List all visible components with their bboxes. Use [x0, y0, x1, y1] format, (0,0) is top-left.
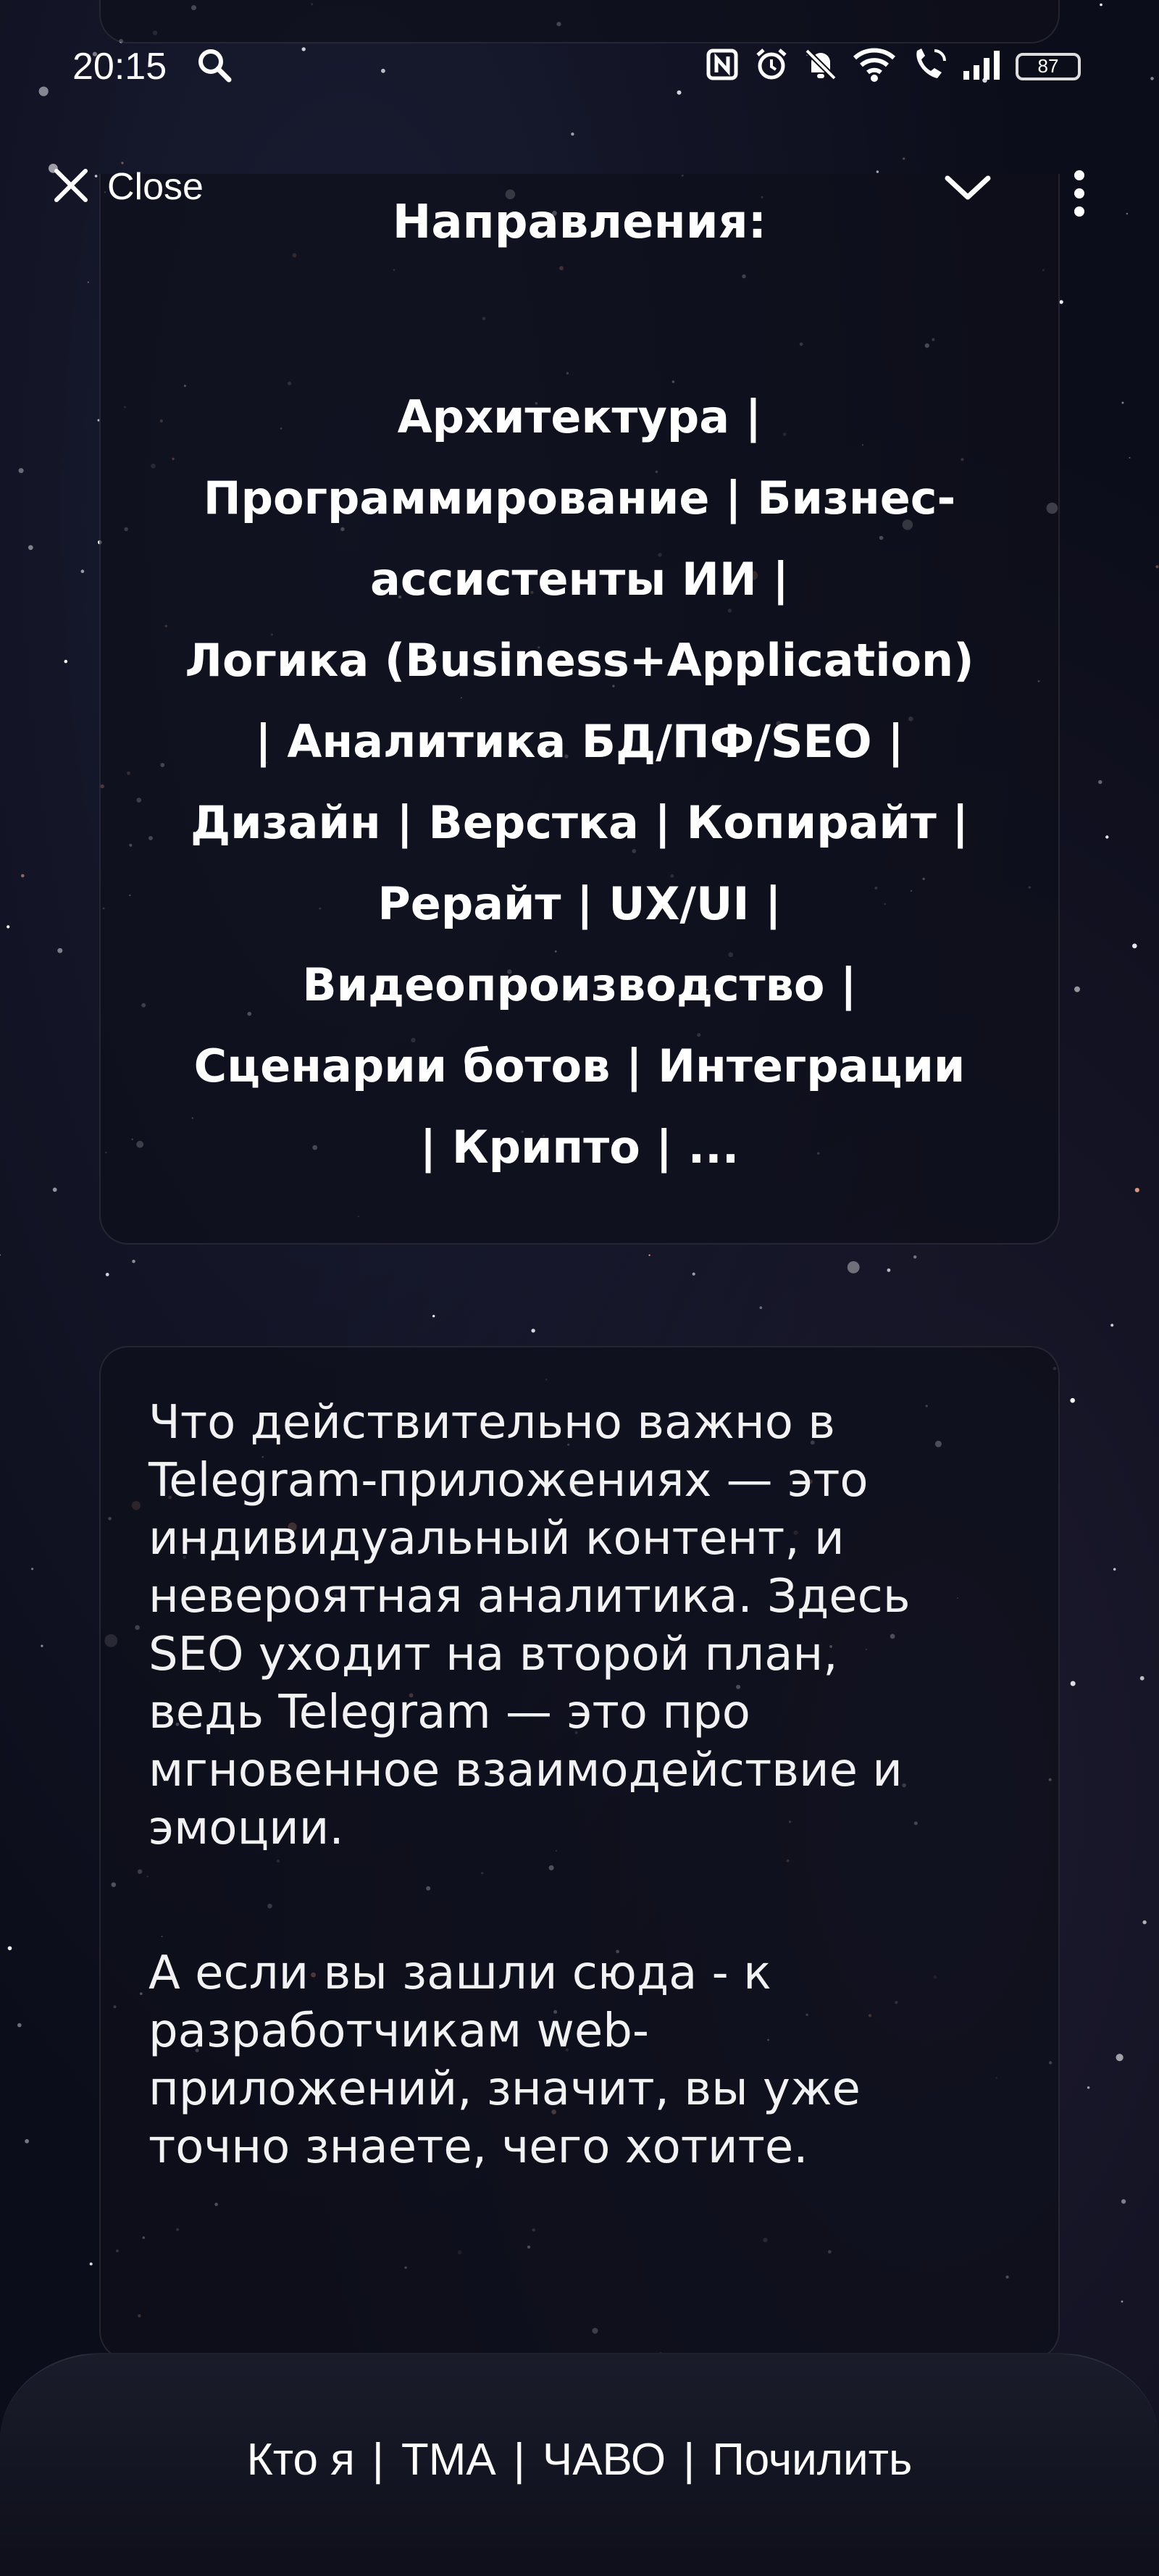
info-line: индивидуальный контент, и — [148, 1512, 845, 1565]
nav-chill[interactable]: Почилить — [699, 2434, 925, 2485]
signal-icon — [962, 46, 1003, 86]
info-line: ведь Telegram — это про — [148, 1686, 750, 1739]
directions-heading: Направления: — [392, 196, 767, 249]
directions-line: Программирование | Бизнес- — [203, 472, 956, 524]
nav-separator: | — [372, 2435, 384, 2485]
mute-icon — [803, 46, 839, 86]
directions-line: Логика (Business+Application) — [185, 634, 974, 687]
nav-faq[interactable]: ЧАВО — [530, 2434, 679, 2485]
info-line: А если вы зашли сюда - к — [148, 1946, 771, 2000]
nav-who-am-i[interactable]: Кто я — [234, 2434, 368, 2485]
nfc-icon — [704, 46, 740, 86]
info-line: приложений, значит, вы уже — [148, 2062, 861, 2116]
info-line: точно знаете, чего хотите. — [148, 2120, 808, 2174]
info-line: разработчикам web- — [148, 2004, 649, 2058]
search-icon — [196, 46, 233, 88]
call-icon — [910, 46, 949, 86]
info-line: Telegram-приложениях — это — [148, 1454, 869, 1507]
info-paragraph-1: Что действительно важно в Telegram-прило… — [148, 1394, 1018, 1857]
directions-line: Сценарии ботов | Интеграции — [193, 1040, 966, 1092]
wifi-icon — [852, 46, 897, 86]
previous-card — [99, 0, 1060, 43]
info-line: невероятная аналитика. Здесь — [148, 1570, 911, 1623]
info-line: SEO уходит на второй план, — [148, 1628, 838, 1681]
directions-line: | Крипто | ... — [419, 1121, 740, 1174]
battery-icon: 87 — [1016, 52, 1081, 80]
nav-tma[interactable]: TMA — [388, 2434, 509, 2485]
bottom-navigation: Кто я | TMA | ЧАВО | Почилить — [0, 2353, 1159, 2576]
directions-line: ассистенты ИИ | — [370, 553, 789, 606]
nav-separator: | — [683, 2435, 695, 2485]
info-line: эмоции. — [148, 1802, 344, 1855]
directions-line: Рерайт | UX/UI | — [377, 877, 782, 930]
alarm-icon — [753, 46, 790, 86]
directions-line: Дизайн | Верстка | Копирайт | — [190, 796, 969, 849]
directions-line: | Аналитика БД/ПФ/SEO | — [255, 715, 904, 768]
directions-line: Архитектура | — [397, 390, 762, 443]
info-line: мгновенное взаимодействие и — [148, 1744, 903, 1797]
info-paragraph-2: А если вы зашли сюда - к разработчикам w… — [148, 1944, 1018, 2176]
directions-list: Архитектура | Программирование | Бизнес-… — [138, 377, 1021, 1188]
status-time: 20:15 — [72, 46, 167, 88]
directions-line: Видеопроизводство | — [302, 958, 857, 1011]
nav-separator: | — [513, 2435, 525, 2485]
info-line: Что действительно важно в — [148, 1396, 835, 1450]
